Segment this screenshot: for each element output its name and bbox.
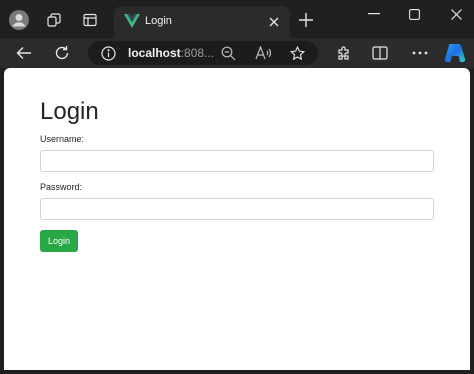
profile-avatar-icon[interactable] [8,9,30,31]
vue-logo-icon [124,14,140,28]
password-input[interactable] [40,198,434,220]
page-title: Login [40,98,99,125]
zoom-out-icon[interactable] [220,45,236,61]
password-label: Password: [40,182,83,192]
copilot-icon[interactable] [443,41,467,65]
favorite-star-icon[interactable] [288,44,306,62]
workspaces-icon[interactable] [44,10,64,30]
read-aloud-icon[interactable] [254,45,272,61]
login-button[interactable]: Login [40,230,78,252]
back-icon[interactable] [14,43,34,63]
close-window-icon[interactable] [446,4,466,24]
site-info-icon[interactable] [100,45,116,61]
tab-actions-icon[interactable] [80,10,100,30]
navigation-toolbar: localhost:808... [0,38,474,68]
new-tab-icon[interactable] [296,10,316,30]
page-viewport: Login Username: Password: Login [4,68,470,370]
address-port: :808... [180,46,215,60]
tab-title: Login [145,15,172,27]
address-host: localhost [128,46,181,60]
extensions-icon[interactable] [334,43,354,63]
username-label: Username: [40,134,85,144]
address-bar[interactable]: localhost:808... [88,41,318,65]
active-tab[interactable]: Login [114,6,290,38]
split-screen-icon[interactable] [370,43,390,63]
maximize-icon[interactable] [404,4,424,24]
more-options-icon[interactable] [410,43,430,63]
address-text: localhost:808... [128,46,214,60]
minimize-icon[interactable] [364,4,384,24]
username-input[interactable] [40,150,434,172]
close-tab-icon[interactable] [266,14,282,30]
tab-strip: Login [0,0,474,38]
refresh-icon[interactable] [52,43,72,63]
